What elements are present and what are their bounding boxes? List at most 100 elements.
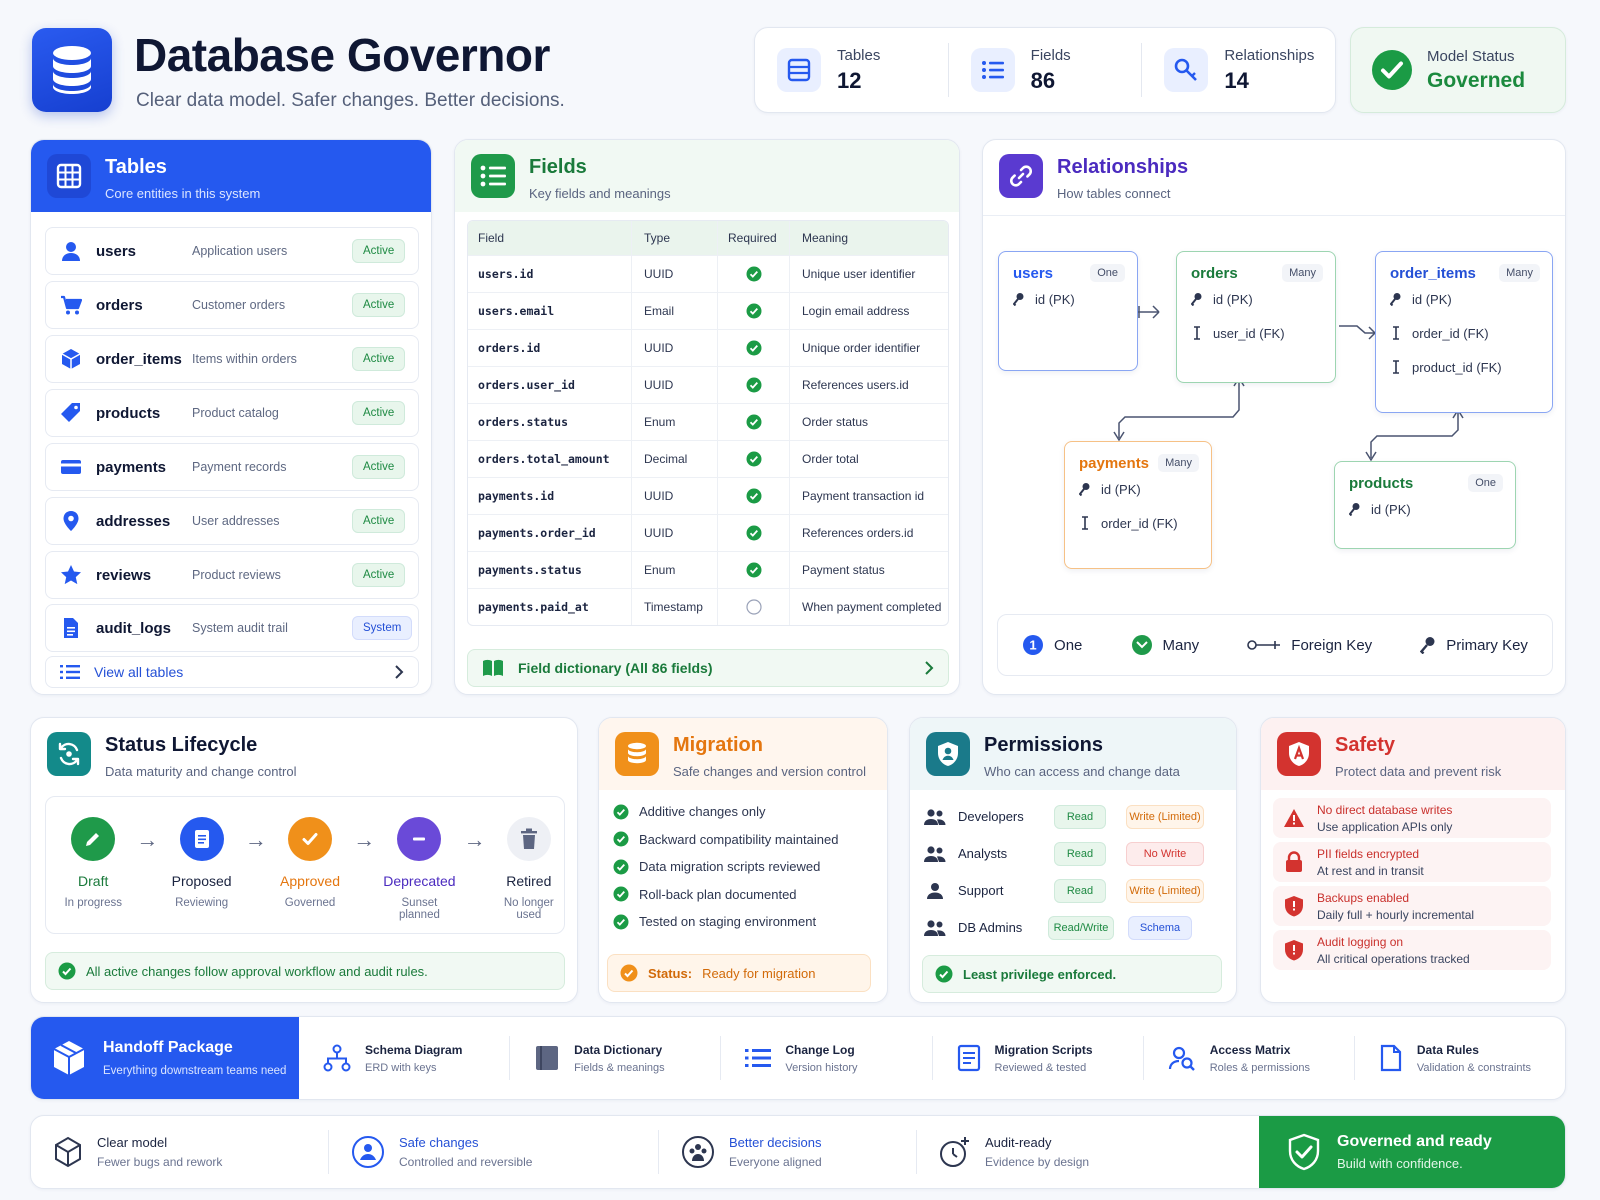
stage-approved[interactable]: Approved Governed: [275, 817, 345, 909]
document-icon: [179, 817, 224, 861]
check-circle-icon: [613, 859, 629, 875]
entity-field: id (PK): [1376, 282, 1552, 316]
stage-proposed[interactable]: Proposed Reviewing: [166, 817, 236, 909]
field-type: Timestamp: [632, 589, 718, 625]
field-meaning: Login email address: [802, 304, 910, 318]
required-check-icon: [718, 293, 790, 329]
entity-users[interactable]: users One id (PK): [998, 251, 1138, 371]
table-row-orders[interactable]: orders Customer orders Active: [45, 281, 419, 329]
field-meaning: When payment completed: [802, 600, 942, 614]
status-badge: Active: [352, 347, 406, 371]
field-label: product_id (FK): [1412, 359, 1502, 375]
stats-bar: Tables 12 Fields 86 Relationships 14: [754, 27, 1336, 113]
field-type: UUID: [632, 330, 718, 366]
required-check-icon: [718, 367, 790, 403]
table-desc: Customer orders: [192, 298, 286, 312]
field-meaning: Order status: [802, 415, 869, 429]
table-row-users[interactable]: users Application users Active: [45, 227, 419, 275]
stat-fields[interactable]: Fields 86: [947, 43, 1142, 97]
table-row-audit-logs[interactable]: audit_logs System audit trail System: [45, 604, 419, 652]
entity-payments[interactable]: payments Many id (PK) order_id (FK): [1064, 441, 1212, 569]
permissions-note: Least privilege enforced.: [922, 955, 1222, 993]
handoff-item-sub: Validation & constraints: [1416, 1061, 1531, 1074]
table-row-payments[interactable]: payments Payment records Active: [45, 443, 419, 491]
optional-circle-icon: [718, 589, 790, 625]
stat-tables[interactable]: Tables 12: [755, 43, 948, 97]
entity-order-items[interactable]: order_items Many id (PK) order_id (FK) pr…: [1375, 251, 1553, 413]
field-label: id (PK): [1035, 291, 1075, 307]
table-row-products[interactable]: products Product catalog Active: [45, 389, 419, 437]
users-icon: [924, 845, 946, 863]
field-name: users.id: [468, 256, 632, 292]
column-header: Type: [632, 221, 718, 255]
table-row-order-items[interactable]: order_items Items within orders Active: [45, 335, 419, 383]
field-row[interactable]: orders.total_amount Decimal Order total: [468, 440, 948, 477]
status-lifecycle-panel: Status Lifecycle Data maturity and change…: [30, 717, 578, 1003]
table-row-reviews[interactable]: reviews Product reviews Active: [45, 551, 419, 599]
column-header: Meaning: [802, 231, 849, 245]
field-row[interactable]: payments.order_id UUID References orders.i…: [468, 514, 948, 551]
section-title: Migration: [673, 734, 763, 756]
section-subtitle: Who can access and change data: [984, 764, 1180, 779]
table-desc: System audit trail: [192, 621, 288, 635]
migration-header: Migration Safe changes and version contro…: [599, 718, 887, 790]
check-circle-icon: [613, 886, 629, 902]
table-row-addresses[interactable]: addresses User addresses Active: [45, 497, 419, 545]
stage-retired[interactable]: Retired No longer used: [494, 817, 564, 921]
user-shield-icon: [351, 1135, 385, 1169]
field-row[interactable]: payments.status Enum Payment status: [468, 551, 948, 588]
handoff-data-dictionary[interactable]: Data Dictionary Fields & meanings: [509, 1036, 720, 1080]
stat-relationships[interactable]: Relationships 14: [1141, 43, 1335, 97]
migration-checklist: Additive changes only Backward compatibi…: [599, 798, 838, 936]
permission-row-developers[interactable]: Developers Read Write (Limited): [924, 798, 1224, 835]
entity-products[interactable]: products One id (PK): [1334, 461, 1516, 549]
key-icon: [1164, 48, 1209, 92]
field-type: UUID: [632, 367, 718, 403]
model-status-value: Governed: [1427, 68, 1526, 92]
field-row[interactable]: users.email Email Login email address: [468, 292, 948, 329]
table-name: products: [96, 404, 161, 422]
field-row[interactable]: orders.status Enum Order status: [468, 403, 948, 440]
key-icon: [1191, 292, 1203, 306]
field-dictionary-link[interactable]: Field dictionary (All 86 fields): [467, 649, 949, 687]
handoff-migration-scripts[interactable]: Migration Scripts Reviewed & tested: [931, 1036, 1143, 1080]
handoff-access-matrix[interactable]: Access Matrix Roles & permissions: [1142, 1036, 1354, 1080]
field-row[interactable]: payments.paid_at Timestamp When payment co…: [468, 588, 948, 625]
permissions-header: Permissions Who can access and change dat…: [910, 718, 1236, 790]
pencil-icon: [71, 817, 116, 861]
entity-orders[interactable]: orders Many id (PK) user_id (FK): [1176, 251, 1336, 383]
section-title: Safety: [1335, 734, 1396, 756]
database-logo-icon: [32, 28, 112, 112]
field-row[interactable]: users.id UUID Unique user identifier: [468, 255, 948, 292]
section-title: Tables: [105, 156, 167, 178]
field-row[interactable]: orders.user_id UUID References users.id: [468, 366, 948, 403]
checklist-item: Additive changes only: [599, 798, 838, 826]
stat-label: Tables: [837, 46, 881, 64]
status-badge: Active: [352, 563, 406, 587]
field-type: Decimal: [632, 441, 718, 477]
handoff-change-log[interactable]: Change Log Version history: [720, 1036, 931, 1080]
stage-draft[interactable]: Draft In progress: [58, 817, 128, 909]
field-row[interactable]: orders.id UUID Unique order identifier: [468, 329, 948, 366]
handoff-schema-diagram[interactable]: Schema Diagram ERD with keys: [299, 1036, 509, 1080]
handoff-data-rules[interactable]: Data Rules Validation & constraints: [1353, 1036, 1565, 1080]
file-icon: [58, 615, 84, 641]
entity-name: products: [1349, 474, 1414, 492]
shield-icon: [1277, 732, 1321, 776]
star-icon: [58, 562, 84, 588]
permission-row-support[interactable]: Support Read Write (Limited): [924, 872, 1224, 909]
legend-one: 1 One: [1022, 634, 1082, 656]
section-subtitle: Protect data and prevent risk: [1335, 764, 1502, 779]
text-cursor-icon: [1079, 516, 1091, 530]
view-all-tables-link[interactable]: View all tables: [45, 656, 419, 688]
handoff-package-header[interactable]: Handoff Package Everything downstream tea…: [31, 1017, 299, 1099]
permission-row-analysts[interactable]: Analysts Read No Write: [924, 835, 1224, 872]
field-row[interactable]: payments.id UUID Payment transaction id: [468, 477, 948, 514]
permission-row-db-admins[interactable]: DB Admins Read/Write Schema: [924, 909, 1224, 946]
note-text: All active changes follow approval workf…: [86, 963, 428, 979]
required-check-icon: [718, 330, 790, 366]
stage-deprecated[interactable]: Deprecated Sunset planned: [383, 817, 456, 921]
governed-ready-banner[interactable]: Governed and ready Build with confidence.: [1259, 1116, 1565, 1188]
model-status-card[interactable]: Model Status Governed: [1350, 27, 1566, 113]
lifecycle-stages: Draft In progress → Proposed Reviewing →…: [45, 796, 565, 934]
